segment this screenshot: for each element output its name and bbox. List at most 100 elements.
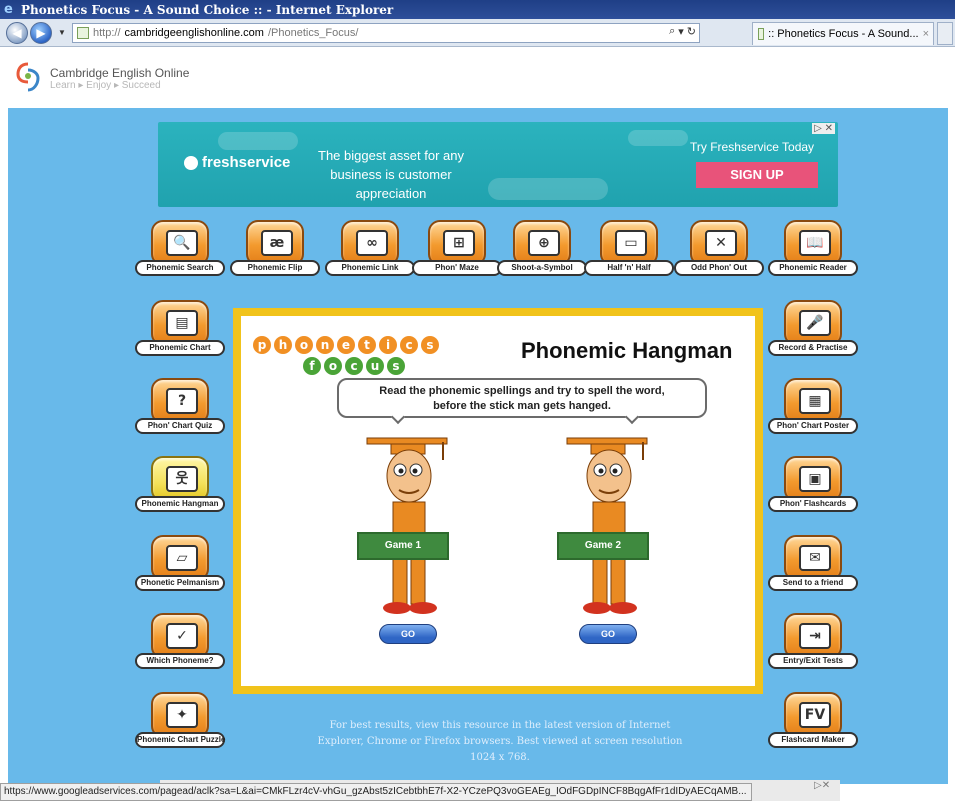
tool-label: Phon' Chart Poster — [768, 418, 858, 434]
adchoices-icon[interactable]: ▷ ✕ — [812, 123, 835, 134]
tool-label: Phonemic Chart Puzzle — [135, 732, 225, 748]
game2-go-button[interactable]: GO — [579, 624, 637, 644]
ad-tagline: The biggest asset for any business is cu… — [318, 148, 464, 201]
tool-odd-phon-out[interactable]: ✕ Odd Phon' Out — [674, 220, 764, 280]
tool-phon-flashcards[interactable]: ▣ Phon' Flashcards — [768, 456, 858, 516]
tool-label: Odd Phon' Out — [674, 260, 764, 276]
tool-phon-chart-quiz[interactable]: ? Phon' Chart Quiz — [135, 378, 225, 438]
game2-character[interactable]: Game 2 — [553, 434, 673, 624]
tool-label: Phonemic Reader — [768, 260, 858, 276]
tool-shoot-a-symbol[interactable]: ⊕ Shoot-a-Symbol — [497, 220, 587, 280]
tool-entry-exit-tests[interactable]: ⇥ Entry/Exit Tests — [768, 613, 858, 673]
history-dropdown-icon[interactable]: ▼ — [58, 28, 66, 37]
address-path: /Phonetics_Focus/ — [267, 27, 359, 39]
tool-send-to-a-friend[interactable]: ✉ Send to a friend — [768, 535, 858, 595]
tool-phonemic-hangman[interactable]: 웃 Phonemic Hangman — [135, 456, 225, 516]
ad-try-text: Try Freshservice Today — [690, 140, 815, 154]
tool-which-phoneme[interactable]: ✓ Which Phoneme? — [135, 613, 225, 673]
browser-recommendation-note: For best results, view this resource in … — [317, 720, 683, 763]
window-titlebar: e Phonetics Focus - A Sound Choice :: - … — [0, 0, 955, 19]
ad-brand: freshservice — [184, 154, 290, 171]
address-prefix: http:// — [93, 27, 121, 39]
tool-flashcard-maker[interactable]: FV Flashcard Maker — [768, 692, 858, 752]
logo-letter: t — [358, 336, 376, 354]
logo-letter: n — [316, 336, 334, 354]
logo-letter: e — [337, 336, 355, 354]
instruction-line-2: before the stick man gets hanged. — [433, 400, 611, 412]
ad-signup-button[interactable]: SIGN UP — [696, 162, 818, 188]
tool-label: Phon' Flashcards — [768, 496, 858, 512]
window-title: Phonetics Focus - A Sound Choice :: - In… — [21, 2, 394, 17]
tool-label: Shoot-a-Symbol — [497, 260, 587, 276]
logo-letter: s — [421, 336, 439, 354]
logo-letter: c — [400, 336, 418, 354]
tool-label: Phonetic Pelmanism — [135, 575, 225, 591]
cambridge-logo-icon[interactable] — [16, 62, 40, 92]
tool-phon-maze[interactable]: ⊞ Phon' Maze — [412, 220, 502, 280]
page-favicon-icon — [77, 27, 89, 39]
tool-phonemic-reader[interactable]: 📖 Phonemic Reader — [768, 220, 858, 280]
game2-sign[interactable]: Game 2 — [557, 532, 649, 560]
tool-label: Phonemic Link — [325, 260, 415, 276]
game1-go-button[interactable]: GO — [379, 624, 437, 644]
tool-record-practise[interactable]: 🎤 Record & Practise — [768, 300, 858, 360]
tool-label: Half 'n' Half — [584, 260, 674, 276]
tool-label: Flashcard Maker — [768, 732, 858, 748]
tool-phonemic-search[interactable]: 🔍 Phonemic Search — [135, 220, 225, 280]
tool-phonemic-flip[interactable]: æ Phonemic Flip — [230, 220, 320, 280]
tool-phonetic-pelmanism[interactable]: ▱ Phonetic Pelmanism — [135, 535, 225, 595]
site-header: Cambridge English Online Learn ▸ Enjoy ▸… — [0, 48, 955, 108]
search-icon[interactable]: ⌕ — [669, 25, 675, 38]
tool-phonemic-chart-puzzle[interactable]: ✦ Phonemic Chart Puzzle — [135, 692, 225, 752]
new-tab-button[interactable] — [937, 22, 953, 45]
bottom-adchoices-icon[interactable]: ▷✕ — [814, 780, 830, 791]
ad-brand-text: freshservice — [202, 154, 291, 171]
logo-slogan: Learn ▸ Enjoy ▸ Succeed — [50, 80, 161, 91]
tool-label: Phon' Maze — [412, 260, 502, 276]
logo-letter: c — [345, 357, 363, 375]
tab-label: :: Phonetics Focus - A Sound... — [768, 28, 919, 40]
browser-tab[interactable]: :: Phonetics Focus - A Sound... × — [752, 22, 934, 45]
logo-title[interactable]: Cambridge English Online — [50, 66, 189, 80]
tab-favicon-icon — [758, 28, 765, 40]
instruction-line-1: Read the phonemic spellings and try to s… — [379, 385, 665, 397]
refresh-icon[interactable]: ↻ — [687, 25, 696, 38]
tool-label: Phonemic Chart — [135, 340, 225, 356]
status-bar-url: https://www.googleadservices.com/pagead/… — [0, 783, 752, 801]
tool-label: Phonemic Search — [135, 260, 225, 276]
logo-letter: p — [253, 336, 271, 354]
dropdown-arrow-icon[interactable]: ▾ — [678, 25, 684, 38]
freshservice-ad-banner[interactable]: freshservice The biggest asset for any b… — [158, 122, 838, 207]
game-panel: p h o n e t i c s f o c u s Phonemic Han… — [233, 308, 763, 694]
tool-phonemic-link[interactable]: ∞ Phonemic Link — [325, 220, 415, 280]
address-host: cambridgeenglishonline.com — [124, 27, 264, 39]
tool-phon-chart-poster[interactable]: ▦ Phon' Chart Poster — [768, 378, 858, 438]
tool-label: Send to a friend — [768, 575, 858, 591]
navigation-bar: ◀ ▶ ▼ http://cambridgeenglishonline.com /… — [0, 19, 955, 47]
instruction-bubble: Read the phonemic spellings and try to s… — [337, 378, 707, 418]
game-title: Phonemic Hangman — [521, 338, 733, 363]
phonetics-focus-logo: p h o n e t i c s f o c u s — [253, 328, 463, 378]
logo-letter: u — [366, 357, 384, 375]
graduate-character-icon — [366, 437, 448, 614]
logo-letter: h — [274, 336, 292, 354]
ie-logo-icon: e — [4, 2, 13, 17]
tool-label: Entry/Exit Tests — [768, 653, 858, 669]
game1-sign[interactable]: Game 1 — [357, 532, 449, 560]
logo-letter: f — [303, 357, 321, 375]
back-button[interactable]: ◀ — [6, 22, 28, 44]
game1-character[interactable]: Game 1 — [353, 434, 473, 624]
tool-half-n-half[interactable]: ▭ Half 'n' Half — [584, 220, 674, 280]
tool-label: Which Phoneme? — [135, 653, 225, 669]
logo-letter: o — [324, 357, 342, 375]
tool-label: Phon' Chart Quiz — [135, 418, 225, 434]
forward-button[interactable]: ▶ — [30, 22, 52, 44]
logo-letter: i — [379, 336, 397, 354]
logo-letter: s — [387, 357, 405, 375]
address-bar[interactable]: http://cambridgeenglishonline.com/Phonet… — [72, 23, 700, 43]
tool-label: Phonemic Hangman — [135, 496, 225, 512]
tool-phonemic-chart[interactable]: ▤ Phonemic Chart — [135, 300, 225, 360]
tool-label: Record & Practise — [768, 340, 858, 356]
graduate-character-icon — [566, 437, 648, 614]
tab-close-icon[interactable]: × — [923, 28, 933, 40]
